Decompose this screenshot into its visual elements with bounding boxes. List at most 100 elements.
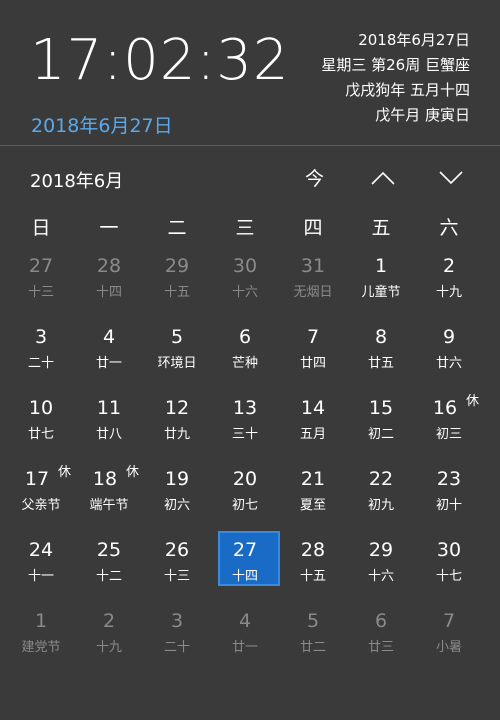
day-cell[interactable]: 31 无烟日 — [279, 254, 347, 325]
day-number: 23 — [436, 468, 462, 490]
previous-month-button[interactable] — [370, 170, 396, 186]
day-number: 6 — [238, 326, 252, 348]
lunar-label: 父亲节 — [21, 498, 61, 513]
day-cell[interactable]: 28 十四 — [75, 254, 143, 325]
day-cell[interactable]: 6 芒种 — [211, 325, 279, 396]
day-number: 30 — [436, 539, 462, 561]
day-cell[interactable]: 17 父亲节休 — [7, 465, 75, 538]
day-cell[interactable]: 19 初六 — [143, 467, 211, 538]
day-cell[interactable]: 29 十六 — [347, 538, 415, 609]
weekday-label: 五 — [371, 217, 391, 239]
lunar-label: 初六 — [163, 498, 190, 513]
lunar-label: 五月 — [299, 427, 326, 442]
day-cell[interactable]: 16 初三休 — [415, 394, 483, 467]
month-label[interactable]: 2018年6月 — [30, 167, 123, 193]
info-lunar-year: 戊戌狗年 五月十四 — [345, 81, 470, 99]
lunar-label: 芒种 — [231, 356, 258, 371]
day-cell[interactable]: 25 十二 — [75, 538, 143, 609]
day-cell[interactable]: 2 十九 — [415, 254, 483, 325]
day-number: 4 — [238, 610, 252, 632]
day-number: 19 — [164, 468, 190, 490]
day-number: 5 — [170, 326, 184, 348]
day-cell[interactable]: 21 夏至 — [279, 467, 347, 538]
day-cell[interactable]: 22 初九 — [347, 467, 415, 538]
day-cell[interactable]: 30 十六 — [211, 254, 279, 325]
lunar-label: 廿五 — [367, 356, 394, 371]
day-cell[interactable]: 3 二十 — [7, 325, 75, 396]
day-number: 31 — [300, 255, 326, 277]
day-cell[interactable]: 1 建党节 — [7, 609, 75, 680]
day-number: 5 — [306, 610, 320, 632]
lunar-label: 夏至 — [299, 498, 326, 513]
day-number: 3 — [34, 326, 48, 348]
weekday-label: 二 — [167, 217, 187, 239]
day-cell[interactable]: 5 环境日 — [143, 325, 211, 396]
day-cell[interactable]: 15 初二 — [347, 396, 415, 467]
day-number: 22 — [368, 468, 394, 490]
info-ganzhi: 戊午月 庚寅日 — [375, 106, 470, 124]
day-cell[interactable]: 8 廿五 — [347, 325, 415, 396]
day-number: 2 — [442, 255, 456, 277]
date-info: 2018年6月27日 星期三 第26周 巨蟹座 戊戌狗年 五月十四 戊午月 庚寅… — [321, 28, 470, 128]
day-cell[interactable]: 13 三十 — [211, 396, 279, 467]
day-cell[interactable]: 29 十五 — [143, 254, 211, 325]
lunar-label: 十五 — [163, 285, 190, 300]
day-number: 21 — [300, 468, 326, 490]
days-grid: 27 十三 28 十四 29 十五 30 十六 31 无烟日 1 儿童节 2 十九 3 二十 4 廿一 5 环境日 6 芒… — [7, 254, 483, 680]
lunar-label: 十九 — [435, 285, 462, 300]
day-cell-selected[interactable]: 27 十四 — [211, 531, 280, 609]
day-number: 29 — [164, 255, 190, 277]
day-number: 30 — [232, 255, 258, 277]
day-cell[interactable]: 12 廿九 — [143, 396, 211, 467]
day-cell[interactable]: 11 廿八 — [75, 396, 143, 467]
lunar-label: 初三 — [435, 427, 462, 442]
lunar-label: 十二 — [95, 569, 122, 584]
lunar-label: 十七 — [435, 569, 462, 584]
day-cell[interactable]: 26 十三 — [143, 538, 211, 609]
day-number: 28 — [300, 539, 326, 561]
day-cell[interactable]: 9 廿六 — [415, 325, 483, 396]
day-number: 13 — [232, 397, 258, 419]
day-cell[interactable]: 1 儿童节 — [347, 254, 415, 325]
day-number: 4 — [102, 326, 116, 348]
day-cell[interactable]: 4 廿一 — [211, 609, 279, 680]
day-cell[interactable]: 30 十七 — [415, 538, 483, 609]
day-cell[interactable]: 18 端午节休 — [75, 465, 143, 538]
day-number: 12 — [164, 397, 190, 419]
day-cell[interactable]: 4 廿一 — [75, 325, 143, 396]
day-number: 7 — [442, 610, 456, 632]
today-button[interactable]: 今 — [305, 164, 324, 191]
day-cell[interactable]: 24 十一 — [7, 538, 75, 609]
day-number: 7 — [306, 326, 320, 348]
day-cell[interactable]: 6 廿三 — [347, 609, 415, 680]
day-cell[interactable]: 3 二十 — [143, 609, 211, 680]
lunar-label: 十九 — [95, 640, 122, 655]
day-cell[interactable]: 28 十五 — [279, 538, 347, 609]
day-cell[interactable]: 27 十三 — [7, 254, 75, 325]
chevron-up-icon — [371, 171, 395, 185]
day-number: 27 — [28, 255, 54, 277]
lunar-label: 儿童节 — [361, 285, 401, 300]
lunar-label: 十六 — [231, 285, 258, 300]
day-cell[interactable]: 10 廿七 — [7, 396, 75, 467]
day-number: 25 — [96, 539, 122, 561]
next-month-button[interactable] — [438, 170, 464, 186]
lunar-label: 三十 — [231, 427, 258, 442]
day-number: 11 — [96, 397, 122, 419]
lunar-label: 廿八 — [95, 427, 122, 442]
day-cell[interactable]: 5 廿二 — [279, 609, 347, 680]
day-cell[interactable]: 23 初十 — [415, 467, 483, 538]
weekday-header: 日一二三四五六 — [7, 213, 483, 240]
day-cell[interactable]: 20 初七 — [211, 467, 279, 538]
day-cell[interactable]: 7 廿四 — [279, 325, 347, 396]
day-number: 1 — [374, 255, 388, 277]
day-cell[interactable]: 14 五月 — [279, 396, 347, 467]
day-cell[interactable]: 7 小暑 — [415, 609, 483, 680]
lunar-label: 端午节 — [89, 498, 129, 513]
weekday-label: 一 — [99, 217, 119, 239]
lunar-label: 十四 — [231, 569, 258, 584]
day-number: 26 — [164, 539, 190, 561]
day-cell[interactable]: 2 十九 — [75, 609, 143, 680]
lunar-label: 小暑 — [435, 640, 462, 655]
current-date-link[interactable]: 2018年6月27日 — [31, 111, 173, 138]
